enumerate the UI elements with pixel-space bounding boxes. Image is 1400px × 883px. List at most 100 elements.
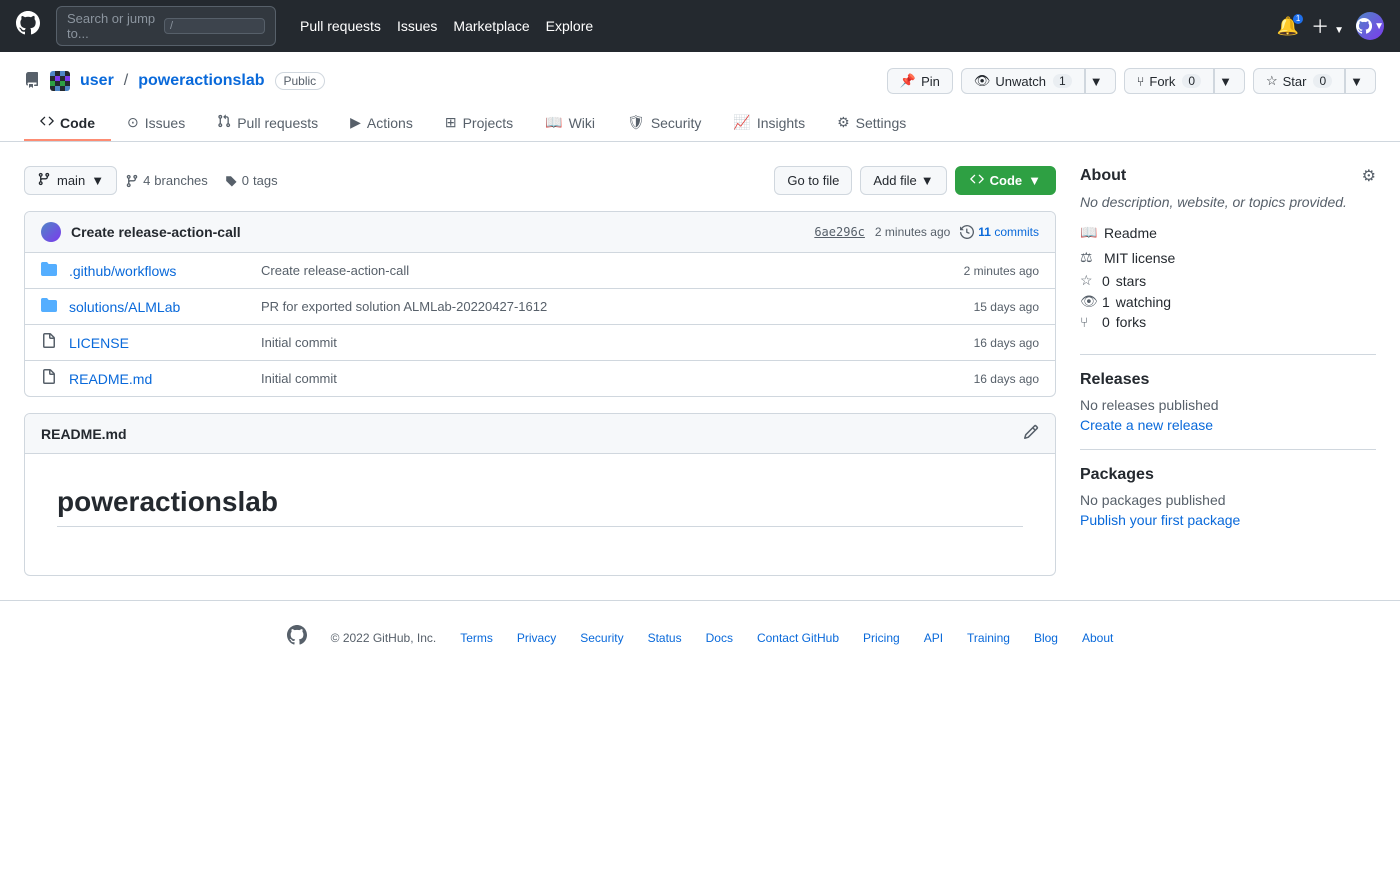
readme-edit-button[interactable] [1023,424,1039,443]
footer-about[interactable]: About [1082,631,1113,645]
footer-training[interactable]: Training [967,631,1010,645]
tab-pull-requests[interactable]: Pull requests [201,106,334,141]
go-to-file-button[interactable]: Go to file [774,166,852,195]
forks-label: forks [1116,314,1146,330]
repo-header: user / poweractionslab Public 📌 Pin 👁 Un… [0,52,1400,142]
file-table-header: Create release-action-call 6ae296c 2 min… [25,212,1055,253]
user-avatar[interactable]: ▼ [1356,12,1384,40]
search-bar[interactable]: Search or jump to... / [56,6,276,46]
license-link[interactable]: ⚖ MIT license [1080,247,1376,268]
footer-terms[interactable]: Terms [460,631,493,645]
commit-history: 11 commits [960,225,1039,239]
add-file-label: Add file [873,173,916,188]
forks-stat: ⑂ 0 forks [1080,314,1376,330]
tab-settings[interactable]: ⚙ Settings [821,106,922,141]
tab-code[interactable]: Code [24,106,111,141]
wiki-tab-icon: 📖 [545,114,562,131]
tab-insights[interactable]: 📈 Insights [717,106,821,141]
packages-title: Packages [1080,466,1376,484]
footer-security[interactable]: Security [580,631,623,645]
tab-projects[interactable]: ⊞ Projects [429,106,529,141]
tab-security[interactable]: 🛡 Security [611,106,717,141]
about-section: About ⚙ No description, website, or topi… [1080,166,1376,330]
footer-api[interactable]: API [924,631,943,645]
releases-section: Releases No releases published Create a … [1080,371,1376,433]
insights-tab-icon: 📈 [733,114,750,131]
watching-label: watching [1116,294,1171,310]
star-dropdown[interactable]: ▼ [1345,68,1376,94]
tab-wiki[interactable]: 📖 Wiki [529,106,611,141]
nav-marketplace[interactable]: Marketplace [453,18,529,34]
file-commit-msg: Initial commit [261,371,962,386]
forks-count: 0 [1102,314,1110,330]
about-settings-button[interactable]: ⚙ [1362,166,1376,186]
fork-button[interactable]: ⑂ Fork 0 [1124,68,1215,94]
file-time: 15 days ago [974,300,1039,314]
committer-avatar [41,222,61,242]
file-name-link[interactable]: LICENSE [69,335,249,351]
footer-privacy[interactable]: Privacy [517,631,556,645]
repo-name-link[interactable]: poweractionslab [138,72,264,90]
unwatch-dropdown[interactable]: ▼ [1085,68,1116,94]
nav-pull-requests[interactable]: Pull requests [300,18,381,34]
footer-logo [287,625,307,651]
file-time: 16 days ago [974,372,1039,386]
packages-section: Packages No packages published Publish y… [1080,466,1376,528]
tab-actions[interactable]: ▶ Actions [334,106,429,141]
branch-bar: main ▼ 4 branches 0 tags Go to file Add … [24,166,1056,195]
unwatch-icon: 👁 [974,73,991,89]
no-packages-text: No packages published [1080,492,1376,508]
readme-header: README.md [25,414,1055,454]
footer-blog[interactable]: Blog [1034,631,1058,645]
nav-issues[interactable]: Issues [397,18,437,34]
github-logo[interactable] [16,11,40,41]
readme-content: poweractionslab [25,454,1055,575]
about-description: No description, website, or topics provi… [1080,194,1376,210]
create-release-link[interactable]: Create a new release [1080,417,1213,433]
sidebar-divider-1 [1080,354,1376,355]
repo-separator: / [124,72,128,90]
tags-link[interactable]: 0 tags [224,173,278,188]
footer-pricing[interactable]: Pricing [863,631,900,645]
repo-files: main ▼ 4 branches 0 tags Go to file Add … [24,166,1056,576]
sidebar-divider-2 [1080,449,1376,450]
file-name-link[interactable]: .github/workflows [69,263,249,279]
branches-count: 4 [143,173,150,188]
footer-docs[interactable]: Docs [706,631,733,645]
main-header: Search or jump to... / Pull requests Iss… [0,0,1400,52]
star-label: Star [1283,74,1307,89]
table-row: README.md Initial commit 16 days ago [25,361,1055,396]
nav-explore[interactable]: Explore [546,18,593,34]
branches-label: branches [154,173,207,188]
pin-button[interactable]: 📌 Pin [887,68,953,94]
branch-actions: Go to file Add file ▼ Code ▼ [774,166,1056,195]
unwatch-button[interactable]: 👁 Unwatch 1 [961,68,1085,94]
notifications-button[interactable]: 🔔 1 [1277,16,1299,37]
header-right: 🔔 1 ＋ ▼ ▼ [1277,12,1384,40]
branches-link[interactable]: 4 branches [125,173,208,188]
commit-message: Create release-action-call [71,224,804,240]
code-button[interactable]: Code ▼ [955,166,1056,195]
star-button[interactable]: ☆ Star 0 [1253,68,1345,94]
repo-owner-link[interactable]: user [80,72,114,90]
readme-box: README.md poweractionslab [24,413,1056,576]
readme-link[interactable]: 📖 Readme [1080,222,1376,243]
file-name-link[interactable]: README.md [69,371,249,387]
branch-selector[interactable]: main ▼ [24,166,117,195]
book-icon: 📖 [1080,224,1096,241]
fork-dropdown[interactable]: ▼ [1214,68,1245,94]
commit-hash[interactable]: 6ae296c [814,225,865,239]
table-row: solutions/ALMLab PR for exported solutio… [25,289,1055,325]
add-file-chevron: ▼ [921,173,934,188]
add-file-button[interactable]: Add file ▼ [860,166,946,195]
footer-status[interactable]: Status [648,631,682,645]
file-commit-msg: Initial commit [261,335,962,350]
tab-issues[interactable]: ⊙ Issues [111,106,201,141]
footer-contact[interactable]: Contact GitHub [757,631,839,645]
publish-package-link[interactable]: Publish your first package [1080,512,1240,528]
file-time: 2 minutes ago [964,264,1039,278]
add-button[interactable]: ＋ ▼ [1311,13,1344,39]
file-name-link[interactable]: solutions/ALMLab [69,299,249,315]
sidebar: About ⚙ No description, website, or topi… [1080,166,1376,576]
commit-count-link[interactable]: 11 commits [978,225,1039,239]
